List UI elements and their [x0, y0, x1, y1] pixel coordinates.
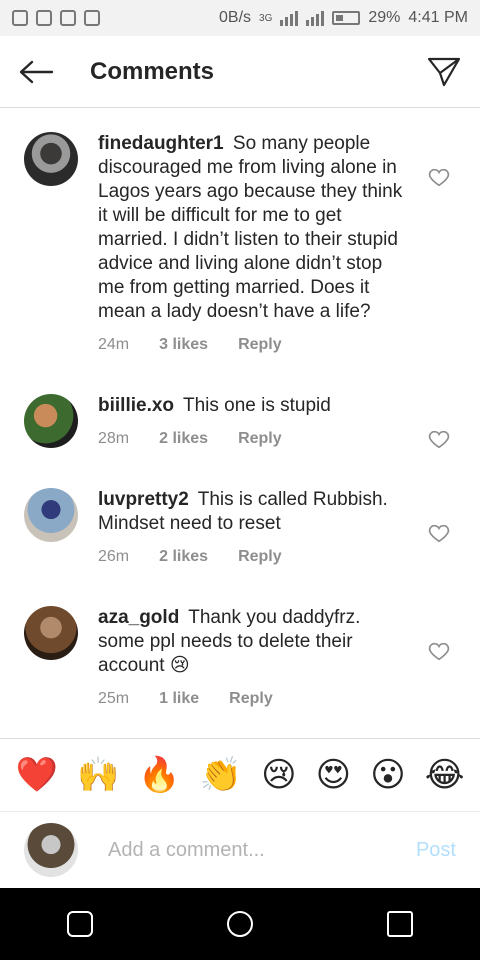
emoji-reaction-bar: ❤️ 🙌 🔥 👏 😢 😍 😮 😂 [0, 738, 480, 812]
clock: 4:41 PM [408, 9, 468, 26]
comment-item: luvpretty2 This is called Rubbish. Minds… [0, 488, 480, 566]
comment-text-wrap: finedaughter1 So many people discouraged… [98, 132, 410, 324]
recents-icon[interactable] [67, 911, 93, 937]
comment-composer: Add a comment... Post [0, 812, 480, 888]
comment-text-wrap: luvpretty2 This is called Rubbish. Minds… [98, 488, 410, 536]
comment-item: finedaughter1 So many people discouraged… [0, 132, 480, 354]
comment-username[interactable]: biillie.xo [98, 395, 174, 416]
avatar[interactable] [24, 606, 78, 660]
battery-saver-icon [84, 10, 100, 26]
comment-time: 24m [98, 336, 130, 353]
network-speed: 0B/s [219, 9, 252, 26]
whatsapp-icon [12, 10, 28, 26]
reply-button[interactable]: Reply [229, 690, 273, 708]
comment-body: finedaughter1 So many people discouraged… [98, 132, 410, 354]
comment-meta: 24m 3 likes Reply [98, 336, 410, 354]
signal-icon-2 [306, 10, 325, 26]
comment-likes[interactable]: 1 like [159, 690, 199, 708]
comment-text: This one is stupid [182, 395, 331, 416]
reply-button[interactable]: Reply [238, 548, 282, 566]
post-button[interactable]: Post [416, 839, 456, 862]
comment-text-wrap: biillie.xo This one is stupid [98, 394, 410, 418]
avatar[interactable] [24, 132, 78, 186]
comment-item: biillie.xo This one is stupid 28m 2 like… [0, 394, 480, 450]
crying-emoji[interactable]: 😢 [261, 755, 296, 795]
back-arrow-icon[interactable] [16, 52, 56, 92]
status-right: 0B/s 3G 29% 4:41 PM [219, 9, 468, 27]
comment-body: luvpretty2 This is called Rubbish. Minds… [98, 488, 410, 566]
heart-icon[interactable] [428, 640, 450, 662]
comment-username[interactable]: finedaughter1 [98, 133, 224, 154]
comment-body: biillie.xo This one is stupid 28m 2 like… [98, 394, 410, 448]
comment-meta: 25m 1 like Reply [98, 690, 410, 708]
comment-username[interactable]: luvpretty2 [98, 489, 189, 510]
network-type: 3G [259, 12, 273, 24]
comment-list[interactable]: finedaughter1 So many people discouraged… [0, 108, 480, 738]
comment-input[interactable]: Add a comment... [108, 839, 265, 862]
comment-text: So many people discouraged me from livin… [98, 133, 403, 322]
reply-button[interactable]: Reply [238, 430, 282, 448]
system-nav-bar [0, 888, 480, 960]
comment-meta: 28m 2 likes Reply [98, 430, 410, 448]
comment-text-wrap: aza_gold Thank you daddyfrz. some ppl ne… [98, 606, 410, 678]
avatar[interactable] [24, 394, 78, 448]
comment-time: 26m [98, 548, 130, 565]
comment-item: aza_gold Thank you daddyfrz. some ppl ne… [0, 606, 480, 708]
fire-emoji[interactable]: 🔥 [138, 755, 180, 795]
heart-icon[interactable] [428, 428, 450, 450]
back-icon[interactable] [387, 911, 413, 937]
avatar[interactable] [24, 488, 78, 542]
comment-likes[interactable]: 2 likes [159, 430, 208, 448]
heart-emoji[interactable]: ❤️ [16, 755, 58, 795]
comment-username[interactable]: aza_gold [98, 607, 179, 628]
signal-icon [280, 10, 299, 26]
send-icon[interactable] [424, 52, 464, 92]
comment-time: 25m [98, 690, 130, 707]
heart-icon[interactable] [428, 166, 450, 188]
avatar[interactable] [24, 823, 78, 877]
laughing-emoji[interactable]: 😂 [425, 755, 465, 795]
reply-button[interactable]: Reply [238, 336, 282, 354]
comment-meta: 26m 2 likes Reply [98, 548, 410, 566]
comment-time: 28m [98, 430, 130, 447]
comment-body: aza_gold Thank you daddyfrz. some ppl ne… [98, 606, 410, 708]
surprised-emoji[interactable]: 😮 [370, 755, 405, 795]
battery-level: 29% [368, 9, 401, 26]
status-left-icons [12, 10, 100, 26]
page-title: Comments [90, 57, 215, 85]
home-icon[interactable] [227, 911, 253, 937]
clapping-emoji[interactable]: 👏 [200, 755, 242, 795]
raising-hands-emoji[interactable]: 🙌 [77, 755, 119, 795]
gallery-icon [36, 10, 52, 26]
battery-icon [332, 11, 361, 25]
lock-icon [60, 10, 76, 26]
comments-header: Comments [0, 36, 480, 108]
comment-likes[interactable]: 3 likes [159, 336, 208, 354]
status-bar: 0B/s 3G 29% 4:41 PM [0, 0, 480, 36]
comment-likes[interactable]: 2 likes [159, 548, 208, 566]
heart-icon[interactable] [428, 522, 450, 544]
heart-eyes-emoji[interactable]: 😍 [316, 755, 351, 795]
